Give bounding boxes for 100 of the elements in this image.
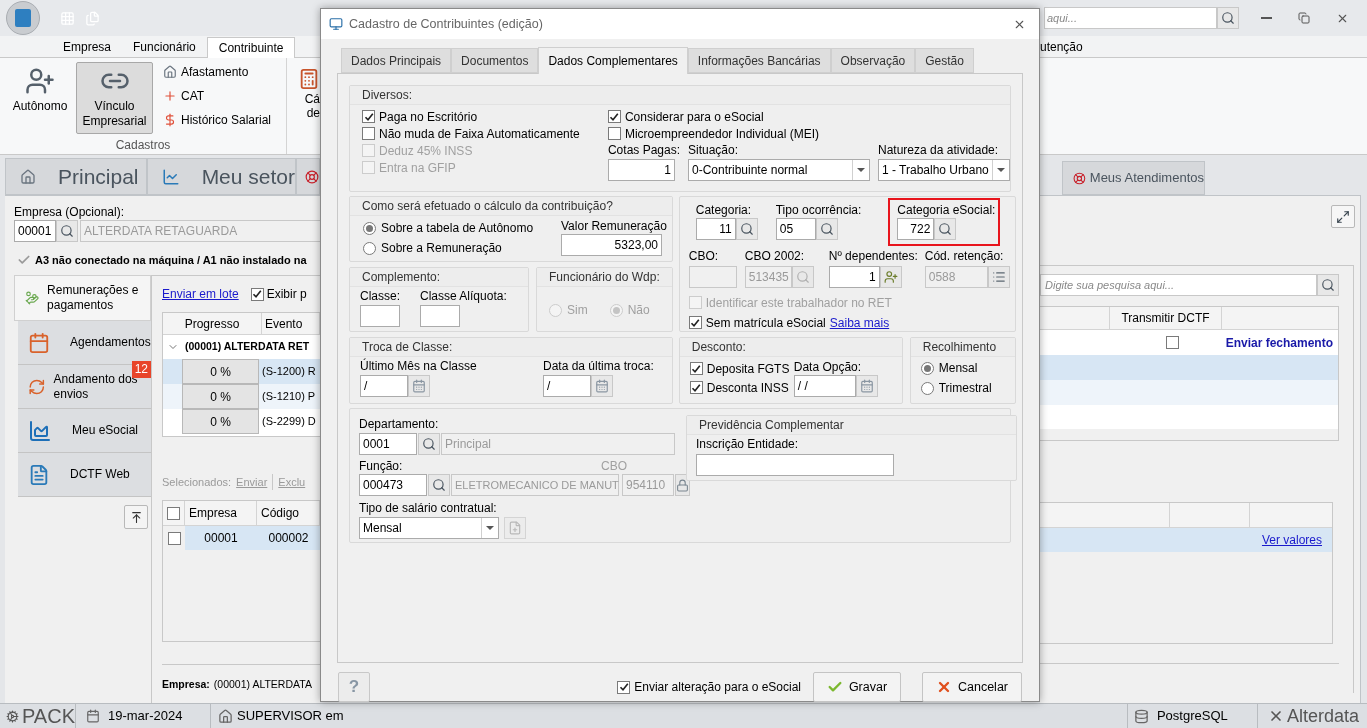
expand-icon — [1336, 209, 1350, 224]
dependents-button[interactable] — [879, 266, 902, 288]
progress-cell: 0 % — [182, 384, 259, 409]
input-field[interactable]: 5323,00 — [561, 234, 662, 256]
nav-item[interactable]: Meu eSocial — [18, 409, 151, 453]
brand-logo: Alterdata — [1256, 704, 1367, 728]
dropdown[interactable]: 1 - Trabalho Urbano — [878, 159, 1010, 181]
tab[interactable]: Dados Principais — [341, 48, 452, 73]
input-field[interactable]: 1 — [828, 266, 880, 288]
add-document-icon — [508, 521, 522, 535]
ribbon-small-button[interactable]: Histórico Salarial — [163, 110, 272, 130]
search-button[interactable] — [56, 220, 78, 242]
tab[interactable]: Gestão — [915, 48, 974, 73]
checkbox[interactable] — [607, 127, 621, 140]
cancel-button[interactable]: Cancelar — [922, 672, 1022, 702]
nav-item[interactable]: Agendamentos — [18, 321, 151, 365]
ribbon-button[interactable]: Vínculo Empresarial — [76, 62, 153, 134]
ribbon-button[interactable]: Autônomo — [8, 62, 72, 134]
input-field[interactable] — [696, 454, 894, 476]
search-field[interactable]: Digite sua pesquisa aqui... — [1040, 274, 1317, 296]
ribbon-small-button[interactable]: CAT — [163, 86, 272, 106]
checkbox[interactable] — [362, 127, 375, 140]
search-button[interactable] — [1317, 274, 1339, 296]
search-button[interactable] — [934, 218, 957, 240]
input-field[interactable]: 1 — [607, 159, 675, 181]
main-tab[interactable]: Meus Atendimentos — [1062, 161, 1205, 195]
restore-icon — [1298, 12, 1310, 24]
field-label: Tipo ocorrência: — [775, 203, 862, 217]
calendar-button[interactable] — [408, 375, 430, 397]
ribbon-tab[interactable]: Funcionário — [122, 36, 207, 57]
send-batch-link[interactable]: Enviar em lote — [162, 285, 239, 303]
dropdown[interactable]: 0-Contribuinte normal — [688, 159, 870, 181]
input-field[interactable]: / — [360, 375, 408, 397]
view-values-link[interactable]: Ver valores — [1261, 531, 1322, 549]
input-field[interactable]: 11 — [695, 218, 736, 240]
field-label: Data da última troca: — [543, 359, 654, 373]
list-icon — [991, 270, 1006, 284]
input-field[interactable]: 00001 — [14, 220, 56, 242]
checkbox[interactable] — [1166, 336, 1179, 349]
checkbox[interactable] — [250, 287, 264, 301]
nav-item[interactable]: Remunerações e pagamentos — [14, 275, 151, 321]
input-field[interactable]: 722 — [897, 218, 935, 240]
save-button[interactable]: Gravar — [813, 672, 901, 702]
calendar-button[interactable] — [591, 375, 613, 397]
ribbon-tab[interactable]: utenção — [1040, 37, 1083, 56]
input-field[interactable]: 000473 — [359, 474, 427, 496]
checkbox[interactable] — [362, 110, 375, 123]
column-header[interactable]: Empresa — [185, 501, 257, 525]
input-field[interactable]: / — [543, 375, 591, 397]
main-tab[interactable]: Principal — [5, 158, 147, 195]
radio-button[interactable] — [363, 241, 376, 255]
search-button[interactable] — [428, 474, 450, 496]
field-label: Natureza da atividade: — [878, 143, 1000, 157]
input-field[interactable] — [420, 305, 460, 327]
dropdown[interactable]: Mensal — [359, 517, 499, 539]
radio-button[interactable] — [363, 221, 376, 235]
main-tab[interactable] — [296, 158, 320, 195]
search-button[interactable] — [1217, 7, 1239, 29]
search-field[interactable]: aqui... — [1044, 7, 1217, 29]
input-field[interactable]: 0001 — [359, 433, 417, 455]
ribbon-tab[interactable]: Empresa — [52, 36, 123, 57]
caret-icon — [857, 168, 865, 172]
lock-button[interactable] — [675, 474, 690, 496]
radio-button[interactable] — [920, 381, 934, 395]
app-menu-button[interactable] — [6, 1, 40, 35]
search-button[interactable] — [815, 218, 838, 240]
search-button[interactable] — [418, 433, 440, 455]
field-label: Data Opção: — [793, 360, 863, 374]
tab[interactable]: Dados Complementares — [538, 47, 688, 74]
input-field[interactable]: / / — [793, 375, 856, 397]
search-button[interactable] — [735, 218, 758, 240]
expand-button[interactable] — [1331, 205, 1355, 228]
main-tab[interactable]: Meu setor — [146, 158, 296, 195]
list-button[interactable] — [987, 266, 1010, 288]
nav-item[interactable]: DCTF Web — [18, 453, 151, 497]
house-icon — [218, 708, 233, 724]
input-field[interactable]: 05 — [775, 218, 816, 240]
radio-label: Mensal — [938, 360, 978, 377]
checkbox[interactable] — [167, 506, 180, 520]
checkbox[interactable] — [167, 531, 181, 545]
ribbon-small-button[interactable]: Afastamento — [163, 62, 272, 82]
checkbox[interactable] — [689, 362, 703, 375]
column-header[interactable]: Progresso — [163, 313, 262, 334]
tab[interactable]: Documentos — [451, 48, 539, 73]
checkbox[interactable] — [689, 381, 703, 394]
scroll-top-button[interactable] — [124, 505, 148, 529]
learn-more-link[interactable]: Saiba mais — [829, 313, 890, 332]
checkbox[interactable] — [607, 110, 621, 123]
calendar-button[interactable] — [855, 375, 878, 397]
checkbox[interactable] — [688, 316, 702, 329]
radio-button[interactable] — [920, 361, 934, 375]
tab[interactable]: Informações Bancárias — [687, 48, 831, 73]
minimize-icon — [1260, 17, 1272, 19]
ribbon-tab[interactable]: Contribuinte — [206, 37, 296, 58]
field-label: CBO 2002: — [744, 249, 806, 263]
footer-label: Empresa: — [162, 677, 210, 693]
checkbox-label: Enviar alteração para o eSocial — [634, 679, 801, 696]
checkbox[interactable] — [617, 680, 631, 694]
input-field[interactable] — [360, 305, 400, 327]
tab[interactable]: Observação — [830, 48, 916, 73]
